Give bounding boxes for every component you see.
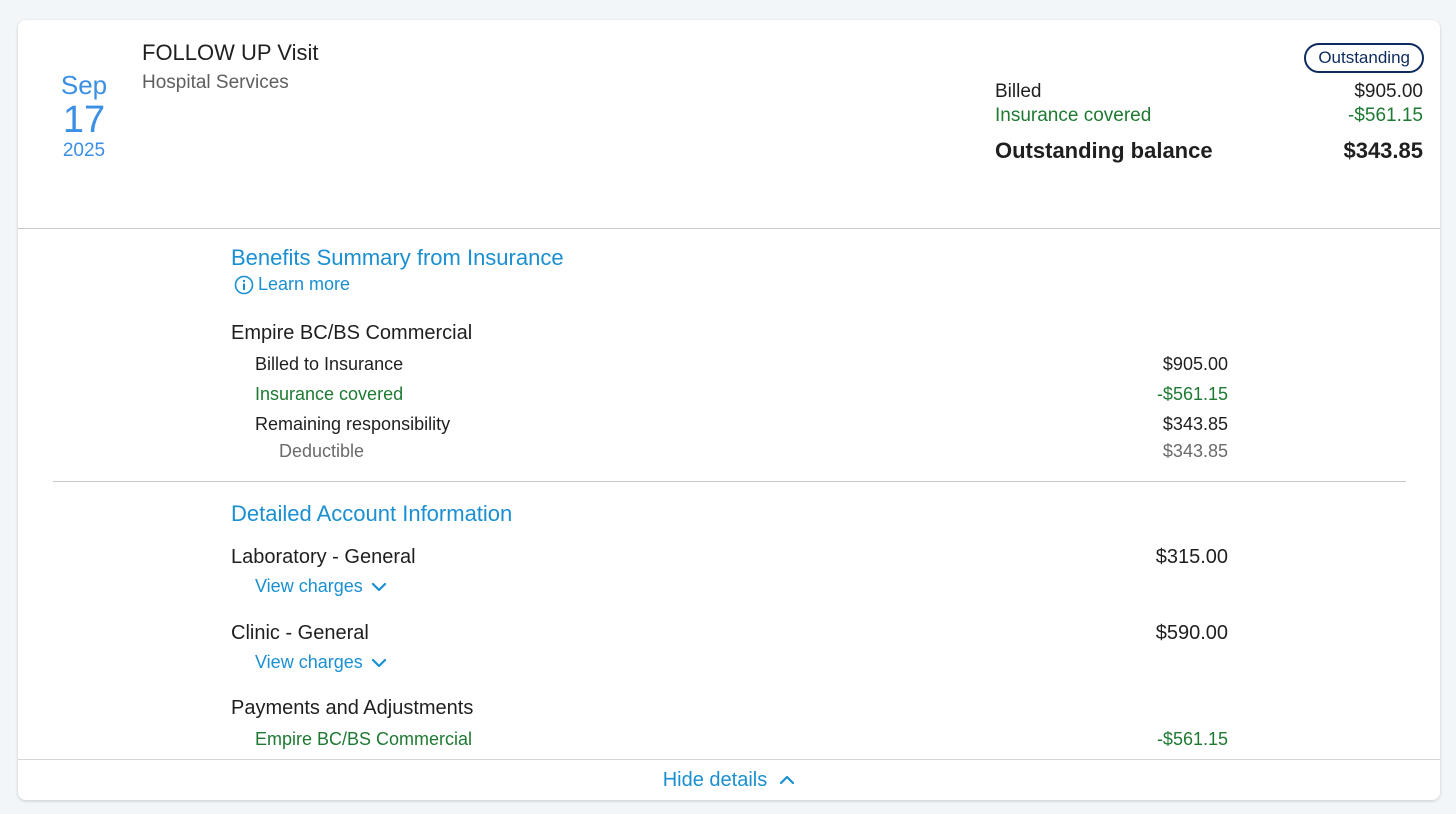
benefits-title: Benefits Summary from Insurance	[231, 245, 564, 270]
benefit-row-deductible: Deductible $343.85	[231, 441, 1228, 462]
account-item-laboratory: Laboratory - General $315.00	[231, 546, 1228, 569]
summary-balance-row: Outstanding balance $343.85	[995, 138, 1423, 164]
benefit-row-label: Remaining responsibility	[255, 414, 451, 434]
account-item-value: $315.00	[1155, 546, 1228, 568]
chevron-down-icon	[371, 658, 386, 667]
benefit-row-label: Billed to Insurance	[255, 354, 404, 374]
summary-billed-row: Billed $905.00	[995, 81, 1423, 103]
summary-insurance-row: Insurance covered -$561.15	[995, 105, 1423, 127]
info-icon	[234, 275, 254, 294]
status-badge: Outstanding	[1304, 43, 1424, 73]
summary-insurance-label: Insurance covered	[995, 105, 1152, 126]
benefit-row-value: $905.00	[1162, 354, 1228, 374]
header-divider	[18, 228, 1440, 229]
summary-insurance-value: -$561.15	[1347, 105, 1423, 126]
payment-row-label: Empire BC/BS Commercial	[255, 729, 473, 749]
payments-title-label: Payments and Adjustments	[231, 697, 474, 719]
summary-balance-value: $343.85	[1343, 138, 1423, 163]
insurance-plan-name: Empire BC/BS Commercial	[231, 322, 1228, 345]
benefit-row-billed: Billed to Insurance $905.00	[231, 354, 1228, 375]
chevron-up-icon	[780, 775, 795, 785]
benefit-row-label: Deductible	[279, 441, 365, 461]
hide-details-button[interactable]: Hide details	[18, 759, 1440, 800]
visit-card: Sep 17 2025 FOLLOW UP Visit Hospital Ser…	[18, 20, 1440, 800]
view-charges-label: View charges	[255, 652, 363, 672]
visit-day: 17	[62, 99, 106, 141]
view-charges-label: View charges	[255, 576, 363, 596]
insurance-plan-label: Empire BC/BS Commercial	[231, 322, 473, 344]
view-charges-button[interactable]: View charges	[255, 576, 387, 597]
summary-billed-value: $905.00	[1354, 81, 1423, 102]
account-item-clinic: Clinic - General $590.00	[231, 622, 1228, 645]
learn-more-label: Learn more	[258, 274, 351, 294]
summary-balance-label: Outstanding balance	[995, 138, 1213, 163]
benefit-row-label: Insurance covered	[255, 384, 404, 404]
payments-title: Payments and Adjustments	[231, 697, 1228, 720]
benefit-row-value: $343.85	[1162, 414, 1228, 434]
visit-subtitle: Hospital Services	[142, 72, 289, 93]
hide-details-label: Hide details	[662, 768, 768, 791]
learn-more-link[interactable]: Learn more	[234, 274, 350, 295]
visit-title: FOLLOW UP Visit	[142, 40, 319, 65]
visit-year: 2025	[62, 140, 106, 161]
account-title: Detailed Account Information	[231, 501, 513, 526]
payment-row: Empire BC/BS Commercial -$561.15	[231, 729, 1228, 750]
view-charges-button[interactable]: View charges	[255, 652, 387, 673]
summary-billed-label: Billed	[995, 81, 1042, 102]
benefit-row-value: $343.85	[1162, 441, 1228, 461]
account-item-value: $590.00	[1155, 622, 1228, 644]
section-divider	[53, 481, 1406, 482]
account-item-label: Laboratory - General	[231, 546, 416, 568]
visit-date: Sep 17 2025	[48, 70, 120, 162]
benefit-row-remaining: Remaining responsibility $343.85	[231, 414, 1228, 435]
chevron-down-icon	[371, 582, 386, 591]
benefit-row-covered: Insurance covered -$561.15	[231, 384, 1228, 405]
visit-month: Sep	[60, 70, 108, 100]
benefit-row-value: -$561.15	[1156, 384, 1228, 404]
payment-row-value: -$561.15	[1156, 729, 1228, 749]
account-item-label: Clinic - General	[231, 622, 369, 644]
